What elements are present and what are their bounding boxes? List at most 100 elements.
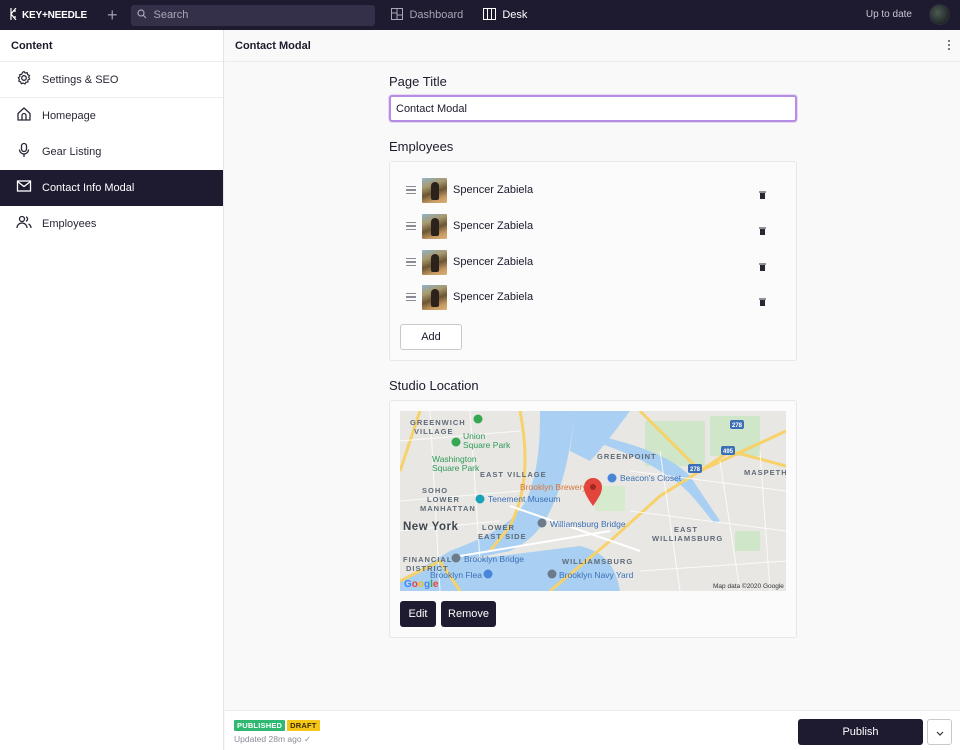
chevron-down-icon <box>936 723 944 741</box>
drag-handle-icon[interactable] <box>406 185 416 195</box>
brand-name: KEY+NEEDLE <box>22 9 87 21</box>
park-pin-icon <box>451 437 461 447</box>
employee-photo <box>422 249 447 275</box>
sidebar-item-settings-seo[interactable]: Settings & SEO <box>0 62 223 98</box>
list-item[interactable]: Spencer Zabiela <box>406 283 776 311</box>
create-new-button[interactable]: + <box>107 6 118 24</box>
more-options-icon[interactable] <box>948 40 950 50</box>
shop-pin-icon <box>483 569 493 579</box>
draft-badge: DRAFT <box>287 720 320 731</box>
employee-name: Spencer Zabiela <box>453 220 534 232</box>
map-label: EAST <box>674 525 698 534</box>
publish-options-button[interactable] <box>927 719 952 745</box>
sync-status: Up to date <box>865 9 912 20</box>
list-item[interactable]: Spencer Zabiela <box>406 248 776 276</box>
landmark-pin-icon <box>537 518 547 528</box>
map-label: EAST VILLAGE <box>480 470 547 479</box>
sidebar-item-gear-listing[interactable]: Gear Listing <box>0 134 223 170</box>
document-footer: PUBLISHED DRAFT Updated 28m ago ✓ Publis… <box>225 710 960 750</box>
trash-icon[interactable] <box>759 222 766 240</box>
sidebar-item-employees[interactable]: Employees <box>0 206 223 242</box>
museum-pin-icon <box>475 494 485 504</box>
drag-handle-icon[interactable] <box>406 221 416 231</box>
users-icon <box>16 214 42 233</box>
content-sidebar: Content Settings & SEO Homepage Gear Lis… <box>0 30 224 750</box>
edit-location-button[interactable]: Edit <box>400 601 436 627</box>
drag-handle-icon[interactable] <box>406 292 416 302</box>
brand-mark-icon <box>10 7 17 23</box>
home-icon <box>16 106 42 125</box>
map-poi: Brooklyn Navy Yard <box>559 570 634 580</box>
map-label: VILLAGE <box>414 427 454 436</box>
map-label: LOWER <box>427 495 460 504</box>
map-label: SOHO <box>422 486 448 495</box>
nav-dashboard-label: Dashboard <box>409 9 464 21</box>
remove-location-button[interactable]: Remove <box>441 601 496 627</box>
nav-dashboard[interactable]: Dashboard <box>391 7 464 23</box>
studio-location-panel: GREENWICH VILLAGE EAST VILLAGE SOHO LOWE… <box>389 400 797 638</box>
envelope-icon <box>16 178 42 197</box>
sidebar-heading: Content <box>0 30 223 62</box>
search-input[interactable]: Search <box>131 4 376 26</box>
highway-shield-label: 278 <box>732 423 743 429</box>
page-title-input[interactable] <box>389 95 797 122</box>
map-label: WILLIAMSBURG <box>652 534 723 543</box>
shop-pin-icon <box>607 473 617 483</box>
updated-timestamp: Updated 28m ago ✓ <box>234 734 312 744</box>
highway-shield-label: 495 <box>723 449 734 455</box>
top-bar: KEY+NEEDLE + Search Dashboard Desk Up to… <box>0 0 960 30</box>
add-employee-button[interactable]: Add <box>400 324 462 350</box>
sidebar-item-label: Gear Listing <box>42 145 102 158</box>
map-poi: Brooklyn Bridge <box>464 554 524 564</box>
map-label: EAST SIDE <box>478 532 527 541</box>
map-poi: Williamsburg Bridge <box>550 519 626 529</box>
highway-shield-label: 278 <box>690 467 701 473</box>
employees-label: Employees <box>389 139 454 154</box>
trash-icon[interactable] <box>759 258 766 276</box>
list-item[interactable]: Spencer Zabiela <box>406 176 776 204</box>
nav-desk[interactable]: Desk <box>483 7 527 23</box>
trash-icon[interactable] <box>759 186 766 204</box>
sidebar-item-label: Homepage <box>42 109 96 122</box>
employee-name: Spencer Zabiela <box>453 184 534 196</box>
employee-name: Spencer Zabiela <box>453 291 534 303</box>
google-logo: Google <box>404 579 439 590</box>
publish-button[interactable]: Publish <box>798 719 923 745</box>
employee-photo <box>422 213 447 239</box>
map-label: GREENPOINT <box>597 452 657 461</box>
map-poi: Square Park <box>463 440 511 450</box>
user-avatar[interactable] <box>929 4 950 25</box>
search-icon <box>137 8 153 22</box>
map-attribution[interactable]: Map data ©2020 Google <box>713 582 784 590</box>
map-label: GREENWICH <box>410 418 466 427</box>
trash-icon[interactable] <box>759 293 766 311</box>
status-badges: PUBLISHED DRAFT <box>234 720 320 731</box>
gear-icon <box>16 70 42 89</box>
park-pin-icon <box>473 414 483 424</box>
map-poi: Beacon's Closet <box>620 473 682 483</box>
brand-logo[interactable]: KEY+NEEDLE <box>10 7 87 23</box>
location-map[interactable]: GREENWICH VILLAGE EAST VILLAGE SOHO LOWE… <box>400 411 786 591</box>
map-label-city: New York <box>403 521 458 533</box>
drag-handle-icon[interactable] <box>406 257 416 267</box>
sidebar-item-label: Settings & SEO <box>42 73 119 86</box>
employee-photo <box>422 177 447 203</box>
list-item[interactable]: Spencer Zabiela <box>406 212 776 240</box>
map-label: LOWER <box>482 523 515 532</box>
map-label: MANHATTAN <box>420 504 476 513</box>
search-placeholder: Search <box>153 9 189 21</box>
employees-panel: Spencer Zabiela Spencer Zabiela Spencer … <box>389 161 797 361</box>
microphone-icon <box>16 142 42 161</box>
map-label: MASPETH <box>744 468 786 477</box>
document-header: Contact Modal <box>225 30 960 62</box>
map-poi: Tenement Museum <box>488 494 560 504</box>
map-label: FINANCIAL <box>403 555 452 564</box>
desk-columns-icon <box>483 7 502 23</box>
sidebar-item-label: Contact Info Modal <box>42 181 135 194</box>
sidebar-item-label: Employees <box>42 217 97 230</box>
published-badge: PUBLISHED <box>234 720 286 731</box>
employee-name: Spencer Zabiela <box>453 256 534 268</box>
map-poi: Square Park <box>432 463 480 473</box>
sidebar-item-homepage[interactable]: Homepage <box>0 98 223 134</box>
sidebar-item-contact-info-modal[interactable]: Contact Info Modal <box>0 170 223 206</box>
